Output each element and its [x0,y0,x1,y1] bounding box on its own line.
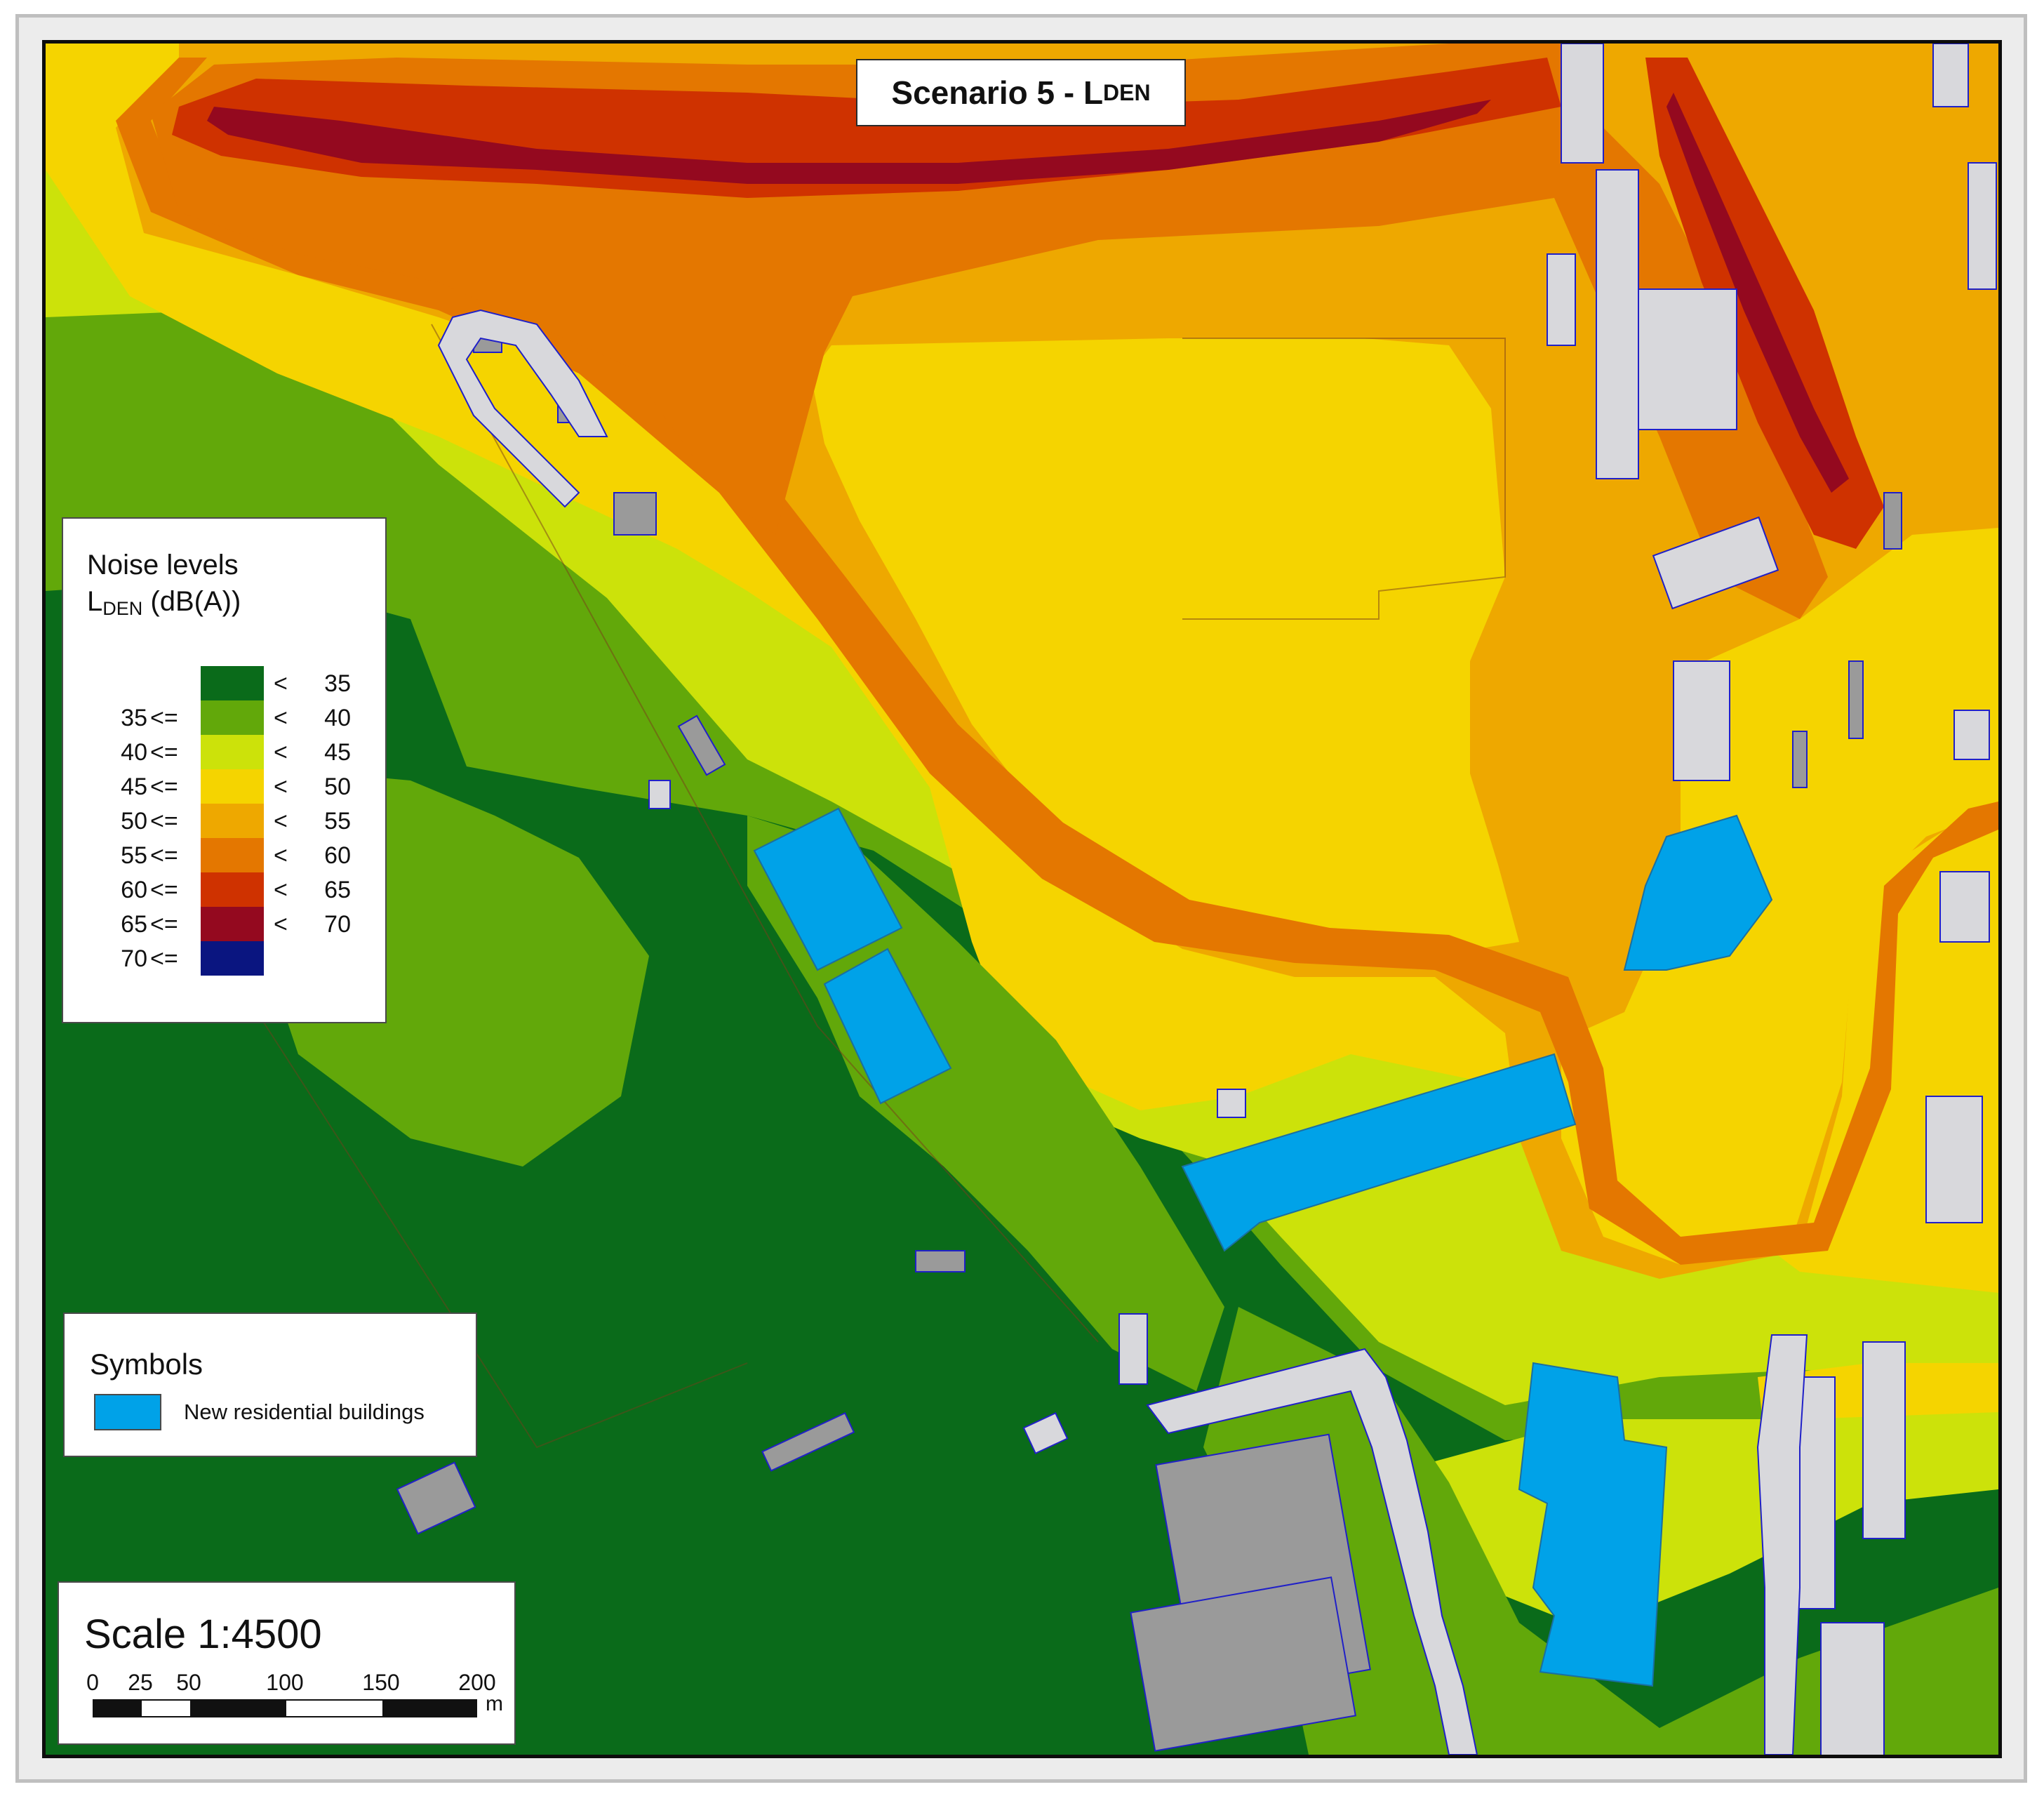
scale-title: Scale 1:4500 [84,1611,322,1657]
map-title-main: Scenario 5 - L [891,74,1104,111]
legend-low: 35 [121,705,147,731]
legend-lt: < [274,911,288,938]
legend-row: 40 <= <45 [63,735,385,769]
legend-lt: < [274,705,288,731]
noise-legend: Noise levels LDEN (dB(A)) <35 35 <= <40 40 <=… [62,517,387,1023]
legend-lt: < [274,739,288,766]
map-title-sub: DEN [1103,79,1151,105]
legend-le: <= [150,945,178,972]
legend-row: 60 <= <65 [63,872,385,907]
scale-tick: 150 [362,1670,400,1695]
legend-low: 60 [121,877,147,903]
legend-low: 40 [121,739,147,766]
legend-row: 70 <= [63,941,385,976]
legend-high: 50 [324,773,351,800]
legend-swatch [201,666,264,700]
scale-segment [286,1701,382,1716]
legend-low: 65 [121,911,147,938]
legend-row: 45 <= <50 [63,769,385,804]
legend-swatch [201,838,264,872]
scale-segment [142,1701,190,1716]
legend-le: <= [150,705,178,731]
legend-high: 55 [324,808,351,835]
scale-segment [190,1701,286,1716]
legend-row: 65 <= <70 [63,907,385,941]
legend-high: 40 [324,705,351,731]
zone-40-45-bottom [1435,1412,1998,1630]
legend-title: Noise levels [87,550,239,580]
legend-row: 50 <= <55 [63,804,385,838]
scale-tick: 100 [266,1670,304,1695]
legend-swatch [201,735,264,769]
scale-tick: 0 [86,1670,99,1695]
legend-subtitle-unit: (dB(A)) [142,586,241,617]
legend-swatch [201,769,264,804]
legend-le: <= [150,773,178,800]
legend-row: 55 <= <60 [63,838,385,872]
symbols-legend: Symbols New residential buildings [63,1312,477,1457]
legend-row: 35 <= <40 [63,700,385,735]
legend-high: 35 [324,670,351,697]
legend-low: 45 [121,773,147,800]
legend-low: 55 [121,842,147,869]
legend-row: <35 [63,666,385,700]
legend-swatch [201,700,264,735]
legend-lt: < [274,842,288,869]
legend-swatch [201,872,264,907]
scale-tick: 25 [128,1670,153,1695]
legend-high: 45 [324,739,351,766]
legend-swatch [201,804,264,838]
legend-le: <= [150,739,178,766]
scale-segment [94,1701,142,1716]
new-residential-swatch [94,1394,161,1430]
scale-box: Scale 1:4500 0 25 50 100 150 200 m [58,1581,516,1745]
legend-le: <= [150,911,178,938]
legend-swatch [201,941,264,976]
legend-high: 65 [324,877,351,903]
scale-tick: 50 [176,1670,201,1695]
scale-unit: m [486,1692,503,1715]
legend-le: <= [150,877,178,903]
legend-low: 50 [121,808,147,835]
legend-lt: < [274,773,288,800]
legend-subtitle-main: L [87,586,103,617]
legend-high: 60 [324,842,351,869]
legend-le: <= [150,808,178,835]
legend-lt: < [274,808,288,835]
new-residential-label: New residential buildings [184,1400,425,1424]
scale-segment [382,1701,476,1716]
map-title: Scenario 5 - L DEN [856,59,1186,126]
legend-lt: < [274,877,288,903]
scale-bar [93,1699,477,1717]
legend-subtitle-sub: DEN [102,598,143,619]
symbols-title: Symbols [90,1348,203,1381]
legend-le: <= [150,842,178,869]
legend-swatch [201,907,264,941]
legend-lt: < [274,670,288,697]
legend-low: 70 [121,945,147,972]
legend-high: 70 [324,911,351,938]
legend-subtitle: LDEN (dB(A)) [87,586,241,620]
